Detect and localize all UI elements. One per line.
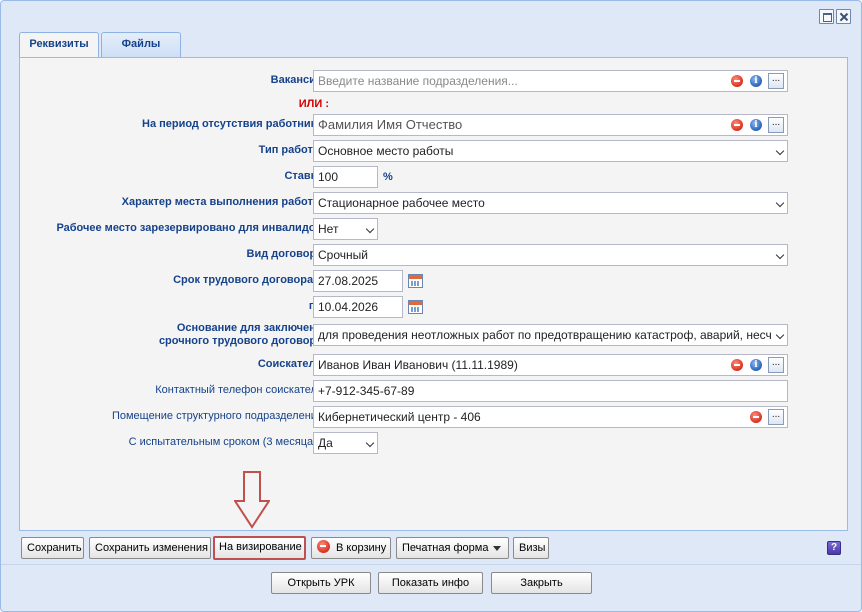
save-changes-button[interactable]: Сохранить изменения bbox=[89, 537, 211, 559]
clear-icon[interactable] bbox=[731, 75, 743, 87]
room-label: Помещение структурного подразделения : bbox=[111, 410, 329, 422]
info-icon[interactable]: i bbox=[750, 119, 762, 131]
basis-label-line1: Основание для заключения bbox=[176, 322, 329, 334]
chevron-down-icon bbox=[775, 330, 785, 340]
reserved-select[interactable]: Нет bbox=[313, 218, 378, 240]
dialog-window: Реквизиты Файлы Вакансия : Введите назва… bbox=[0, 0, 862, 612]
move-to-trash-button[interactable]: В корзину bbox=[311, 537, 391, 559]
workplace-type-value: Стационарное рабочее место bbox=[318, 196, 485, 210]
basis-value: для проведения неотложных работ по предо… bbox=[318, 328, 772, 342]
info-icon[interactable]: i bbox=[750, 359, 762, 371]
phone-label: Контактный телефон соискателя : bbox=[155, 384, 329, 396]
probation-row: С испытательным сроком (3 месяца)? : Да bbox=[20, 432, 849, 454]
probation-value: Да bbox=[318, 436, 333, 450]
clear-icon[interactable] bbox=[731, 359, 743, 371]
browse-employee-button[interactable]: ... bbox=[768, 117, 784, 133]
tab-strip: Реквизиты Файлы bbox=[19, 32, 181, 58]
absence-row: На период отсутствия работника : Фамилия… bbox=[20, 114, 849, 136]
absence-label: На период отсутствия работника : bbox=[142, 118, 329, 130]
chevron-down-icon bbox=[775, 198, 785, 208]
show-info-button[interactable]: Показать инфо bbox=[378, 572, 483, 594]
reserved-row: Рабочее место зарезервировано для инвали… bbox=[20, 218, 849, 240]
visas-button[interactable]: Визы bbox=[513, 537, 549, 559]
save-button[interactable]: Сохранить bbox=[21, 537, 84, 559]
delete-icon bbox=[317, 540, 330, 553]
move-to-trash-label: В корзину bbox=[336, 542, 387, 554]
print-form-button[interactable]: Печатная форма bbox=[396, 537, 509, 559]
tab-files[interactable]: Файлы bbox=[101, 32, 181, 57]
rate-input[interactable]: 100 bbox=[313, 166, 378, 188]
probation-label: С испытательным сроком (3 месяца)? : bbox=[128, 436, 329, 448]
absence-input[interactable]: Фамилия Имя Отчество bbox=[313, 114, 788, 136]
info-icon[interactable]: i bbox=[750, 75, 762, 87]
applicant-row: Соискатель : Иванов Иван Иванович (11.11… bbox=[20, 354, 849, 376]
chevron-down-icon bbox=[365, 438, 375, 448]
contract-type-value: Срочный bbox=[318, 248, 368, 262]
window-controls bbox=[819, 9, 851, 24]
open-urk-button[interactable]: Открыть УРК bbox=[271, 572, 371, 594]
applicant-input[interactable]: Иванов Иван Иванович (11.11.1989) bbox=[313, 354, 788, 376]
close-icon[interactable] bbox=[836, 9, 851, 24]
basis-row: Основание для заключения срочного трудов… bbox=[20, 322, 849, 348]
minimize-icon[interactable] bbox=[819, 9, 834, 24]
rate-unit: % bbox=[383, 171, 393, 183]
room-input[interactable]: Кибернетический центр - 406 bbox=[313, 406, 788, 428]
clear-icon[interactable] bbox=[731, 119, 743, 131]
basis-label: Основание для заключения срочного трудов… bbox=[159, 322, 329, 348]
reserved-label: Рабочее место зарезервировано для инвали… bbox=[56, 222, 329, 234]
print-form-label: Печатная форма bbox=[402, 542, 489, 554]
caret-down-icon bbox=[493, 545, 502, 551]
vacancy-row: Вакансия : Введите название подразделени… bbox=[20, 70, 849, 92]
browse-applicant-button[interactable]: ... bbox=[768, 357, 784, 373]
basis-select[interactable]: для проведения неотложных работ по предо… bbox=[313, 324, 788, 346]
vacancy-input[interactable]: Введите название подразделения... bbox=[313, 70, 788, 92]
basis-label-line2: срочного трудового договора : bbox=[158, 335, 329, 347]
work-type-row: Тип работы : Основное место работы bbox=[20, 140, 849, 162]
reserved-value: Нет bbox=[318, 222, 339, 236]
workplace-type-select[interactable]: Стационарное рабочее место bbox=[313, 192, 788, 214]
footer-divider bbox=[1, 564, 861, 565]
probation-select[interactable]: Да bbox=[313, 432, 378, 454]
workplace-type-row: Характер места выполнения работы : Стаци… bbox=[20, 192, 849, 214]
annotation-arrow-icon bbox=[234, 471, 270, 529]
rate-row: Ставка : 100 % bbox=[20, 166, 849, 188]
contract-type-row: Вид договора : Срочный bbox=[20, 244, 849, 266]
help-icon[interactable]: ? bbox=[827, 541, 841, 555]
browse-vacancy-button[interactable]: ... bbox=[768, 73, 784, 89]
workplace-type-label: Характер места выполнения работы : bbox=[121, 196, 329, 208]
send-to-approval-button[interactable]: На визирование bbox=[213, 536, 306, 560]
chevron-down-icon bbox=[775, 146, 785, 156]
browse-room-button[interactable]: ... bbox=[768, 409, 784, 425]
or-label: ИЛИ : bbox=[298, 98, 329, 110]
work-type-select[interactable]: Основное место работы bbox=[313, 140, 788, 162]
term-from-label: Срок трудового договора с : bbox=[173, 274, 329, 286]
work-type-value: Основное место работы bbox=[318, 144, 454, 158]
term-to-input[interactable]: 10.04.2026 bbox=[313, 296, 403, 318]
phone-row: Контактный телефон соискателя : +7-912-3… bbox=[20, 380, 849, 402]
phone-input[interactable]: +7-912-345-67-89 bbox=[313, 380, 788, 402]
calendar-icon[interactable] bbox=[408, 300, 423, 314]
chevron-down-icon bbox=[365, 224, 375, 234]
or-row: ИЛИ : bbox=[20, 94, 849, 116]
tab-requisites[interactable]: Реквизиты bbox=[19, 32, 99, 58]
term-from-input[interactable]: 27.08.2025 bbox=[313, 270, 403, 292]
chevron-down-icon bbox=[775, 250, 785, 260]
close-button[interactable]: Закрыть bbox=[491, 572, 592, 594]
clear-icon[interactable] bbox=[750, 411, 762, 423]
term-from-row: Срок трудового договора с : 27.08.2025 bbox=[20, 270, 849, 292]
room-row: Помещение структурного подразделения : К… bbox=[20, 406, 849, 428]
term-to-row: по : 10.04.2026 bbox=[20, 296, 849, 318]
calendar-icon[interactable] bbox=[408, 274, 423, 288]
contract-type-select[interactable]: Срочный bbox=[313, 244, 788, 266]
requisites-panel: Вакансия : Введите название подразделени… bbox=[19, 57, 848, 531]
